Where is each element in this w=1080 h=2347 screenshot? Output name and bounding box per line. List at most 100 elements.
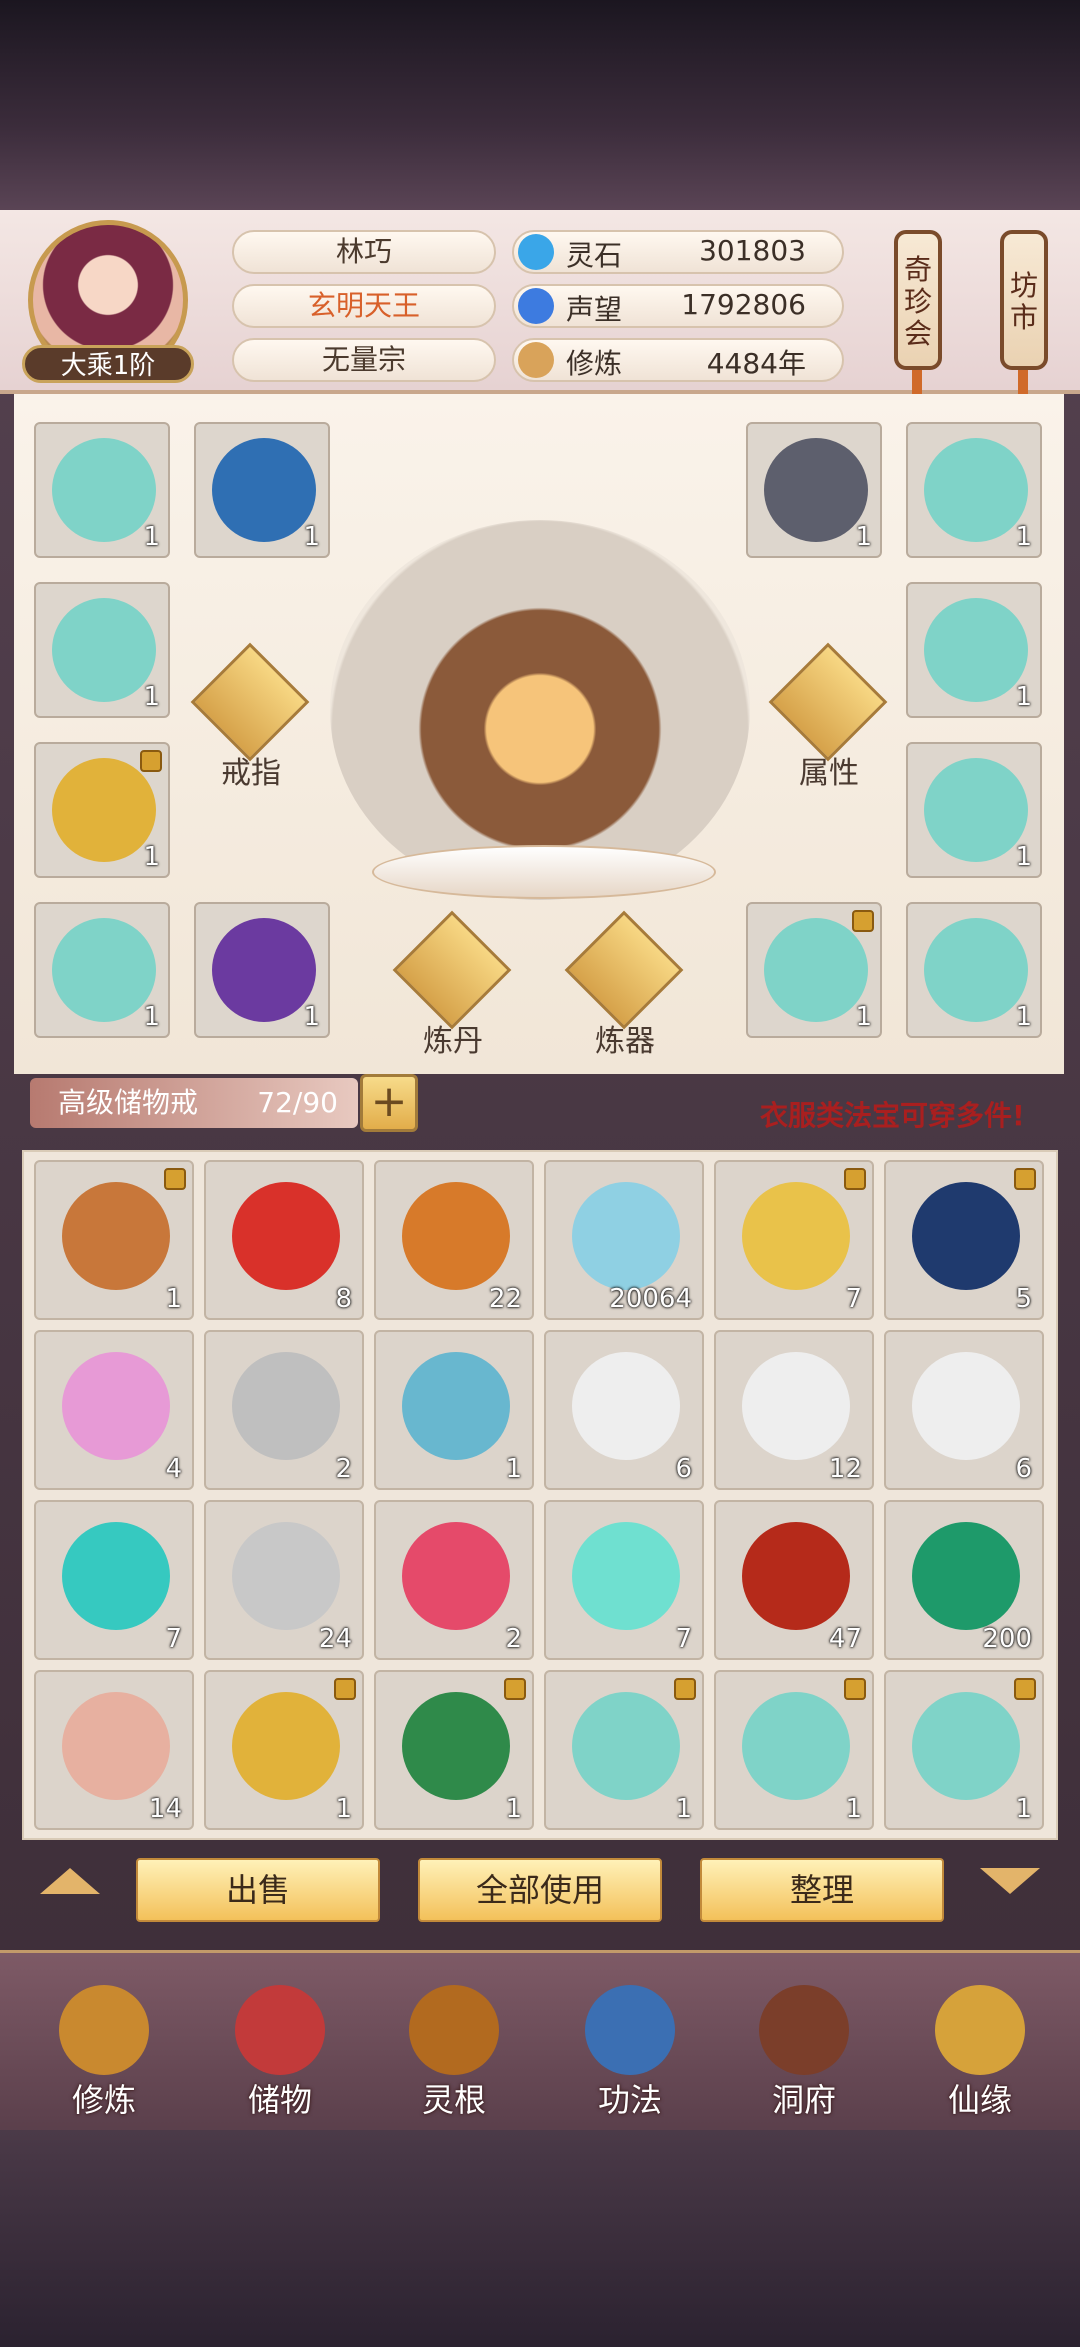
storage-ring-title: 高级储物戒	[58, 1086, 199, 1119]
lock-icon	[1014, 1168, 1036, 1190]
item-icon	[912, 1692, 1020, 1800]
storage-capacity: 72/90	[257, 1086, 338, 1119]
nav-spirit-root[interactable]: 灵根	[384, 1985, 524, 2125]
inventory-item[interactable]: 1	[204, 1670, 364, 1830]
nav-technique[interactable]: 功法	[560, 1985, 700, 2125]
treasure-auction-scroll[interactable]: 奇珍会	[894, 230, 942, 370]
player-title[interactable]: 玄明天王	[232, 284, 496, 328]
lock-icon	[504, 1678, 526, 1700]
inventory-item[interactable]: 200	[884, 1500, 1044, 1660]
item-icon	[912, 1352, 1020, 1460]
item-icon	[742, 1352, 850, 1460]
inventory-item[interactable]: 7	[544, 1500, 704, 1660]
inventory-item[interactable]: 2	[374, 1500, 534, 1660]
robe-icon	[52, 918, 156, 1022]
lock-icon	[852, 910, 874, 932]
inventory-item[interactable]: 7	[34, 1500, 194, 1660]
inventory-item[interactable]: 47	[714, 1500, 874, 1660]
item-icon	[402, 1352, 510, 1460]
spirit-stone-icon	[518, 234, 554, 270]
inventory-item[interactable]: 24	[204, 1500, 364, 1660]
robe-icon	[924, 918, 1028, 1022]
robe-icon	[924, 598, 1028, 702]
equip-slot[interactable]: 1	[34, 902, 170, 1038]
forging-button[interactable]: 炼器	[560, 910, 690, 1059]
sell-button[interactable]: 出售	[136, 1858, 380, 1922]
inventory-item[interactable]: 1	[34, 1160, 194, 1320]
inventory-item[interactable]: 1	[714, 1670, 874, 1830]
item-icon	[572, 1352, 680, 1460]
spirit-root-icon	[409, 1985, 499, 2075]
equip-slot[interactable]: 1	[906, 742, 1042, 878]
use-all-button[interactable]: 全部使用	[418, 1858, 662, 1922]
robe-icon	[52, 598, 156, 702]
lock-icon	[674, 1678, 696, 1700]
nav-immortal-fate[interactable]: 仙缘	[910, 1985, 1050, 2125]
inventory-item[interactable]: 8	[204, 1160, 364, 1320]
item-icon	[742, 1692, 850, 1800]
storage-ring-bar: 高级储物戒 72/90	[30, 1078, 358, 1128]
meditating-figure	[330, 520, 750, 900]
alchemy-button[interactable]: 炼丹	[388, 910, 518, 1059]
cultivation-nav-icon	[59, 1985, 149, 2075]
reputation-icon	[518, 288, 554, 324]
equip-slot[interactable]: 1	[906, 422, 1042, 558]
inventory-item[interactable]: 1	[884, 1670, 1044, 1830]
nav-cultivation[interactable]: 修炼	[34, 1985, 174, 2125]
robe-icon	[924, 758, 1028, 862]
storage-bag-icon	[235, 1985, 325, 2075]
scroll-up-arrow-icon[interactable]	[40, 1868, 100, 1894]
ring-icon	[764, 438, 868, 542]
stat-spirit-stone: 灵石 301803	[512, 230, 844, 274]
equip-slot[interactable]: 1	[746, 902, 882, 1038]
attributes-button[interactable]: 属性	[764, 642, 894, 791]
equip-slot[interactable]: 1	[34, 422, 170, 558]
inventory-item[interactable]: 6	[884, 1330, 1044, 1490]
item-icon	[232, 1522, 340, 1630]
nav-storage[interactable]: 储物	[210, 1985, 350, 2125]
inventory-item[interactable]: 12	[714, 1330, 874, 1490]
anvil-icon	[564, 910, 684, 1030]
lock-icon	[334, 1678, 356, 1700]
item-icon	[572, 1182, 680, 1290]
equip-slot[interactable]: 1	[906, 902, 1042, 1038]
bottom-band	[0, 2130, 1080, 2347]
item-icon	[402, 1182, 510, 1290]
equip-slot[interactable]: 1	[194, 902, 330, 1038]
player-name: 林巧	[232, 230, 496, 274]
inventory-item[interactable]: 14	[34, 1670, 194, 1830]
inventory-item[interactable]: 20064	[544, 1160, 704, 1320]
inventory-item[interactable]: 1	[374, 1670, 534, 1830]
expand-storage-button[interactable]: +	[360, 1074, 418, 1132]
inventory-item[interactable]: 6	[544, 1330, 704, 1490]
inventory-item[interactable]: 1	[374, 1330, 534, 1490]
market-scroll[interactable]: 坊市	[1000, 230, 1048, 370]
scroll-down-arrow-icon[interactable]	[980, 1868, 1040, 1894]
sort-button[interactable]: 整理	[700, 1858, 944, 1922]
stat-reputation: 声望 1792806	[512, 284, 844, 328]
inventory-item[interactable]: 4	[34, 1330, 194, 1490]
item-icon	[232, 1352, 340, 1460]
cauldron-icon	[392, 910, 512, 1030]
lock-icon	[164, 1168, 186, 1190]
lock-icon	[844, 1168, 866, 1190]
inventory-item[interactable]: 7	[714, 1160, 874, 1320]
equip-slot[interactable]: 1	[34, 582, 170, 718]
inventory-item[interactable]: 5	[884, 1160, 1044, 1320]
item-icon	[742, 1522, 850, 1630]
inventory-item[interactable]: 2	[204, 1330, 364, 1490]
cultivation-icon	[518, 342, 554, 378]
cave-dwelling-icon	[759, 1985, 849, 2075]
equip-slot[interactable]: 1	[194, 422, 330, 558]
equip-slot[interactable]: 1	[906, 582, 1042, 718]
ring-icon	[190, 642, 310, 762]
nav-cave-dwelling[interactable]: 洞府	[734, 1985, 874, 2125]
equip-slot[interactable]: 1	[746, 422, 882, 558]
ring-button[interactable]: 戒指	[186, 642, 316, 791]
inventory-item[interactable]: 1	[544, 1670, 704, 1830]
armor-icon	[52, 758, 156, 862]
inventory-item[interactable]: 22	[374, 1160, 534, 1320]
stat-cultivation: 修炼 4484年	[512, 338, 844, 382]
equip-slot[interactable]: 1	[34, 742, 170, 878]
item-icon	[912, 1522, 1020, 1630]
